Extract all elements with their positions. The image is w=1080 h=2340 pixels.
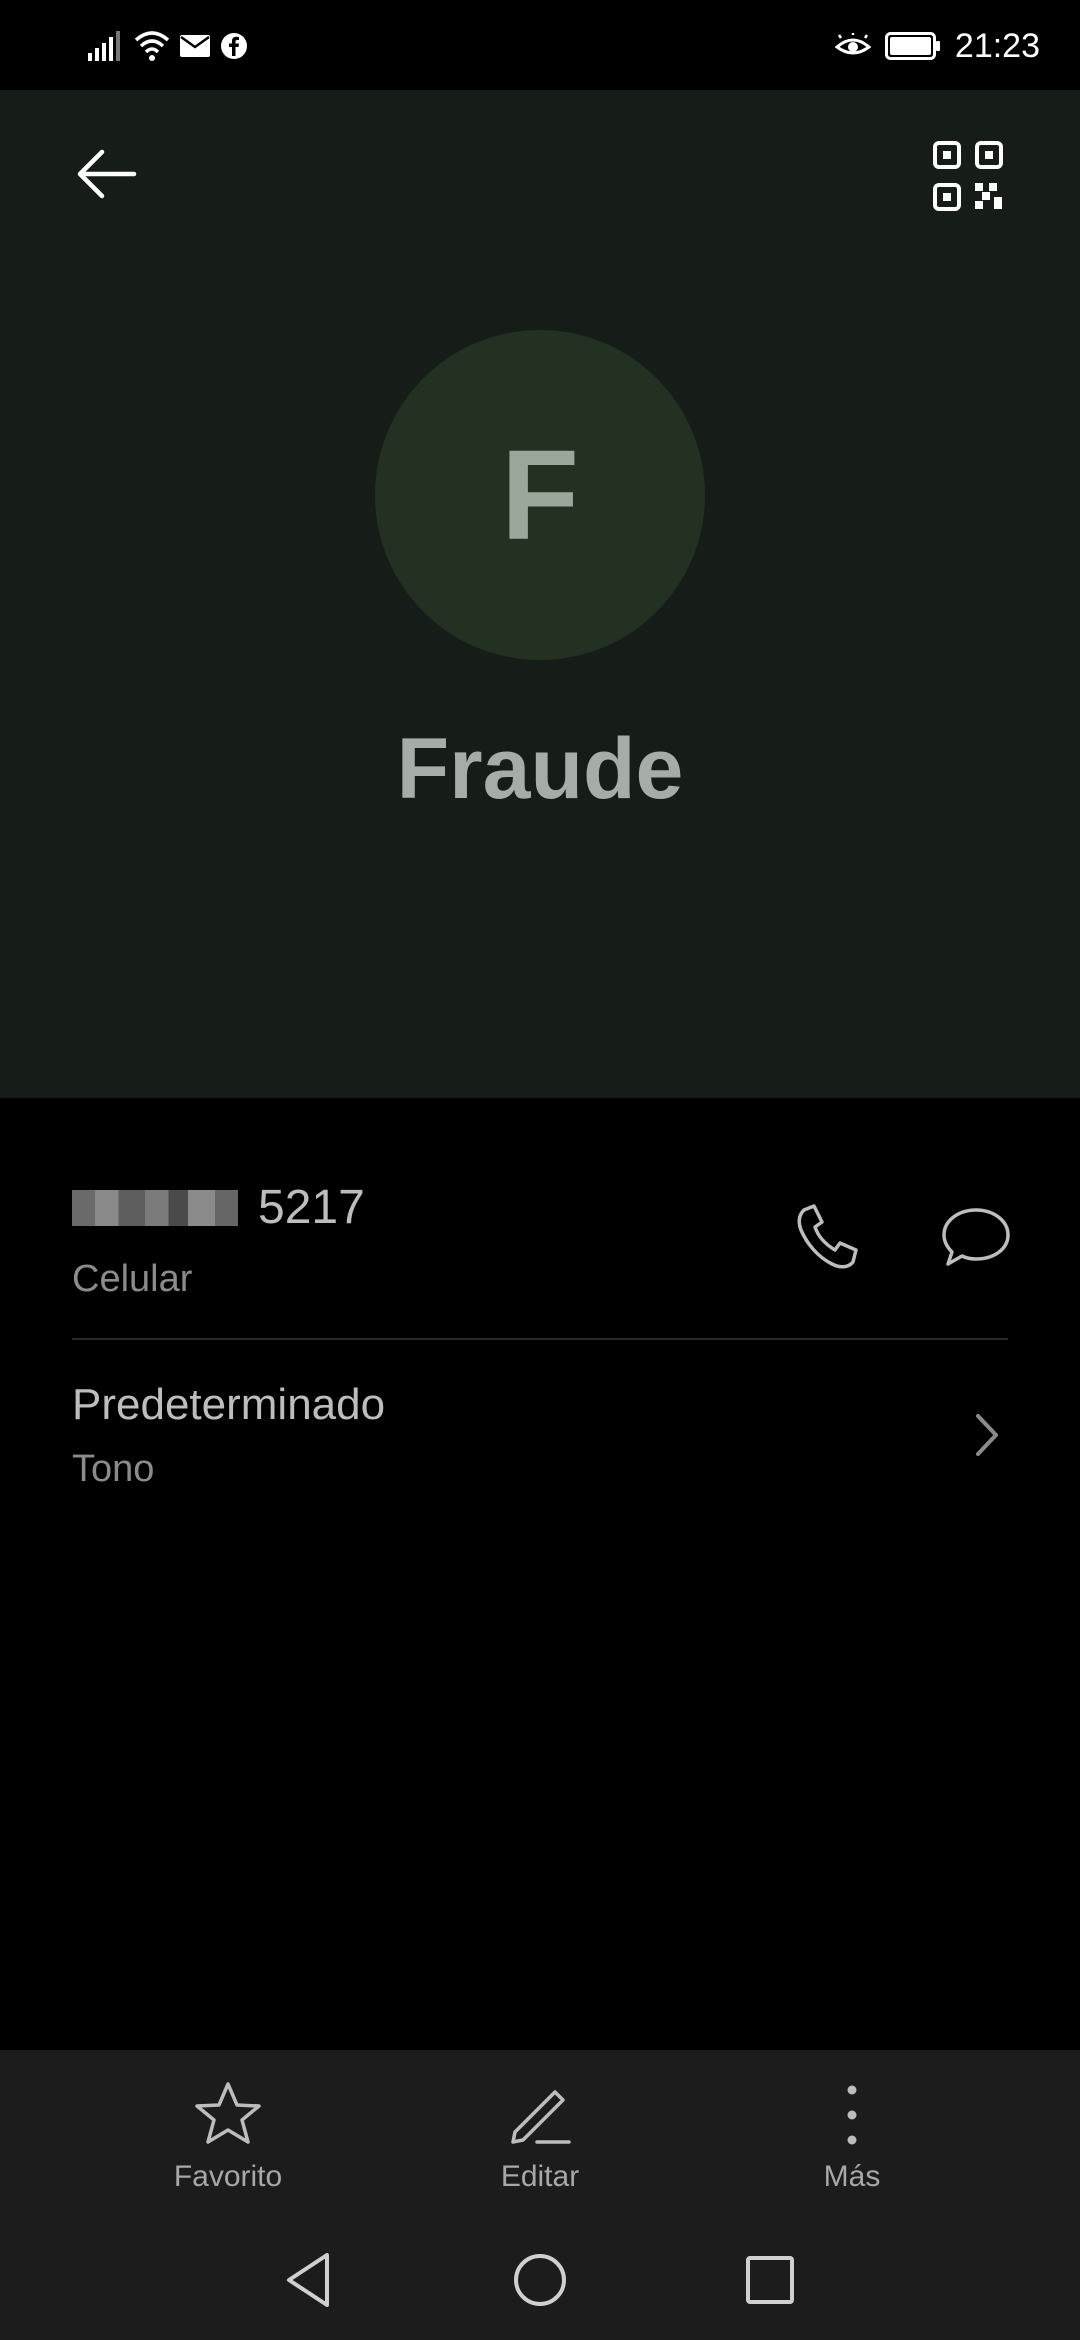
nav-recents-button[interactable] (735, 2245, 805, 2315)
call-button[interactable] (790, 1200, 866, 1276)
favorite-button[interactable]: Favorito (118, 2080, 338, 2230)
more-button[interactable]: Más (742, 2080, 962, 2230)
recents-square-icon (746, 2256, 794, 2304)
battery-icon (884, 32, 940, 60)
redacted-number-prefix (72, 1190, 238, 1226)
mail-icon (180, 35, 210, 57)
ringtone-label: Tono (72, 1448, 155, 1490)
more-label: Más (823, 2160, 881, 2193)
bottom-action-bar: Favorito Editar Más (0, 2050, 1080, 2340)
home-circle-icon (514, 2254, 566, 2306)
pencil-icon (511, 2090, 571, 2144)
wifi-icon (134, 31, 170, 61)
star-icon (195, 2082, 261, 2144)
more-vertical-icon (847, 2085, 857, 2145)
status-icons-right: 21:23 (834, 22, 1040, 70)
arrow-left-icon (77, 149, 137, 199)
nav-home-button[interactable] (505, 2245, 575, 2315)
phone-number: 5217 (258, 1181, 365, 1234)
status-bar: 21:23 (0, 0, 1080, 90)
back-button[interactable] (68, 138, 148, 210)
chevron-right-icon (976, 1414, 998, 1456)
ringtone-row[interactable]: Predeterminado Tono (0, 1340, 1080, 1530)
message-icon (942, 1208, 1010, 1266)
edit-button[interactable]: Editar (430, 2080, 650, 2230)
signal-icon (88, 31, 120, 61)
message-button[interactable] (938, 1200, 1014, 1276)
phone-type: Celular (72, 1258, 193, 1300)
eye-comfort-icon (834, 33, 871, 55)
phone-number-row[interactable]: 5217 Celular (0, 1140, 1080, 1336)
status-icons-left (88, 28, 248, 64)
contact-avatar: F (375, 330, 705, 660)
facebook-icon (221, 33, 247, 59)
qr-code-button[interactable] (932, 140, 1004, 212)
avatar-letter: F (500, 423, 580, 567)
status-time: 21:23 (954, 26, 1040, 65)
contact-name: Fraude (396, 721, 684, 817)
phone-icon (797, 1204, 858, 1269)
nav-back-button[interactable] (275, 2245, 345, 2315)
back-triangle-icon (287, 2253, 329, 2307)
qr-code-icon (933, 141, 1003, 211)
edit-label: Editar (500, 2160, 580, 2193)
favorite-label: Favorito (173, 2160, 283, 2193)
ringtone-value: Predeterminado (72, 1380, 386, 1429)
